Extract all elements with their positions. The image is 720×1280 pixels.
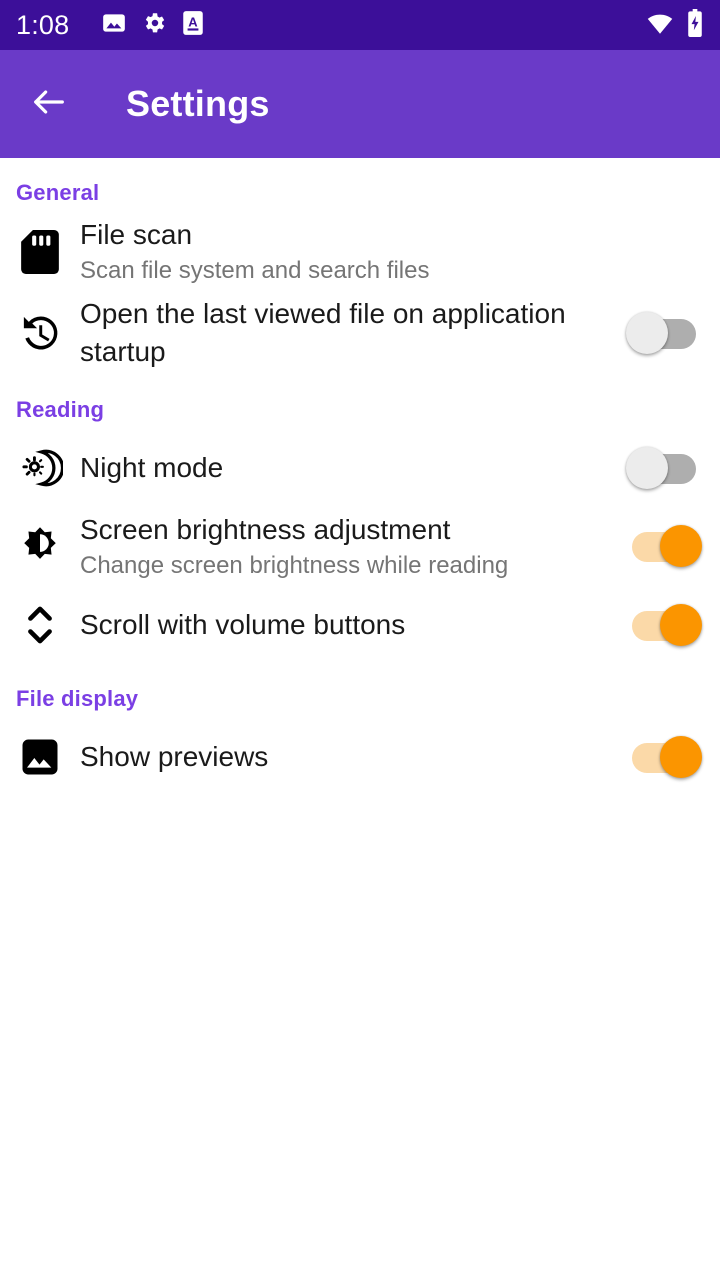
toggle-thumb [660, 603, 702, 646]
section-header-reading: Reading [16, 396, 105, 422]
setting-title: Screen brightness adjustment [80, 513, 451, 545]
setting-subtitle: Scan file system and search files [80, 256, 430, 284]
image-icon [101, 10, 127, 41]
setting-row-scroll-volume[interactable]: Scroll with volume buttons [0, 586, 720, 664]
toggle-show-previews[interactable] [626, 734, 702, 780]
setting-row-show-previews[interactable]: Show previews [0, 718, 720, 796]
gear-icon [141, 10, 167, 41]
status-bar-left-group: 1:08 A [16, 10, 646, 41]
setting-row-night-mode[interactable]: Night mode [0, 429, 720, 507]
battery-charging-icon [686, 8, 704, 42]
setting-title: File scan [80, 219, 193, 250]
setting-text-block: File scan Scan file system and search fi… [80, 216, 702, 287]
section-header-general: General [16, 180, 100, 205]
setting-row-file-scan[interactable]: File scan Scan file system and search fi… [0, 212, 720, 291]
setting-text-block: Night mode [80, 449, 626, 487]
toggle-scroll-volume[interactable] [626, 602, 702, 648]
setting-title: Open the last viewed file on application… [80, 298, 566, 367]
history-restore-icon [16, 309, 64, 357]
status-bar: 1:08 A [0, 0, 720, 50]
wifi-icon [646, 9, 674, 42]
setting-text-block: Open the last viewed file on application… [80, 295, 626, 371]
setting-text-block: Scroll with volume buttons [80, 606, 626, 644]
toggle-thumb [660, 525, 702, 568]
toggle-night-mode[interactable] [626, 445, 702, 491]
svg-text:A: A [189, 14, 199, 29]
sd-card-icon [16, 228, 64, 276]
setting-title: Scroll with volume buttons [80, 609, 406, 641]
brightness-icon [16, 522, 64, 570]
status-bar-clock: 1:08 [16, 9, 70, 40]
section-header-file-display: File display [16, 685, 139, 711]
settings-list: General File scan Scan file system and s… [0, 158, 720, 796]
setting-title: Night mode [80, 451, 224, 483]
app-bar: Settings [0, 50, 720, 158]
setting-row-open-last-file[interactable]: Open the last viewed file on application… [0, 291, 720, 375]
toggle-screen-brightness[interactable] [626, 523, 702, 569]
image-preview-icon [16, 733, 64, 781]
arrow-left-icon [29, 82, 69, 127]
setting-subtitle: Change screen brightness while reading [80, 551, 509, 579]
toggle-thumb [626, 446, 668, 489]
page-title: Settings [126, 83, 270, 124]
setting-title: Show previews [80, 741, 269, 773]
back-button[interactable] [22, 77, 76, 131]
setting-row-screen-brightness[interactable]: Screen brightness adjustment Change scre… [0, 507, 720, 586]
toggle-thumb [626, 311, 668, 354]
setting-text-block: Screen brightness adjustment Change scre… [80, 511, 626, 582]
night-mode-moon-icon [16, 444, 64, 492]
status-bar-right-group [646, 8, 704, 42]
setting-text-block: Show previews [80, 738, 626, 776]
toggle-thumb [660, 735, 702, 778]
document-a-icon: A [181, 10, 205, 41]
toggle-open-last-file[interactable] [626, 310, 702, 356]
unfold-more-vertical-icon [16, 601, 64, 649]
